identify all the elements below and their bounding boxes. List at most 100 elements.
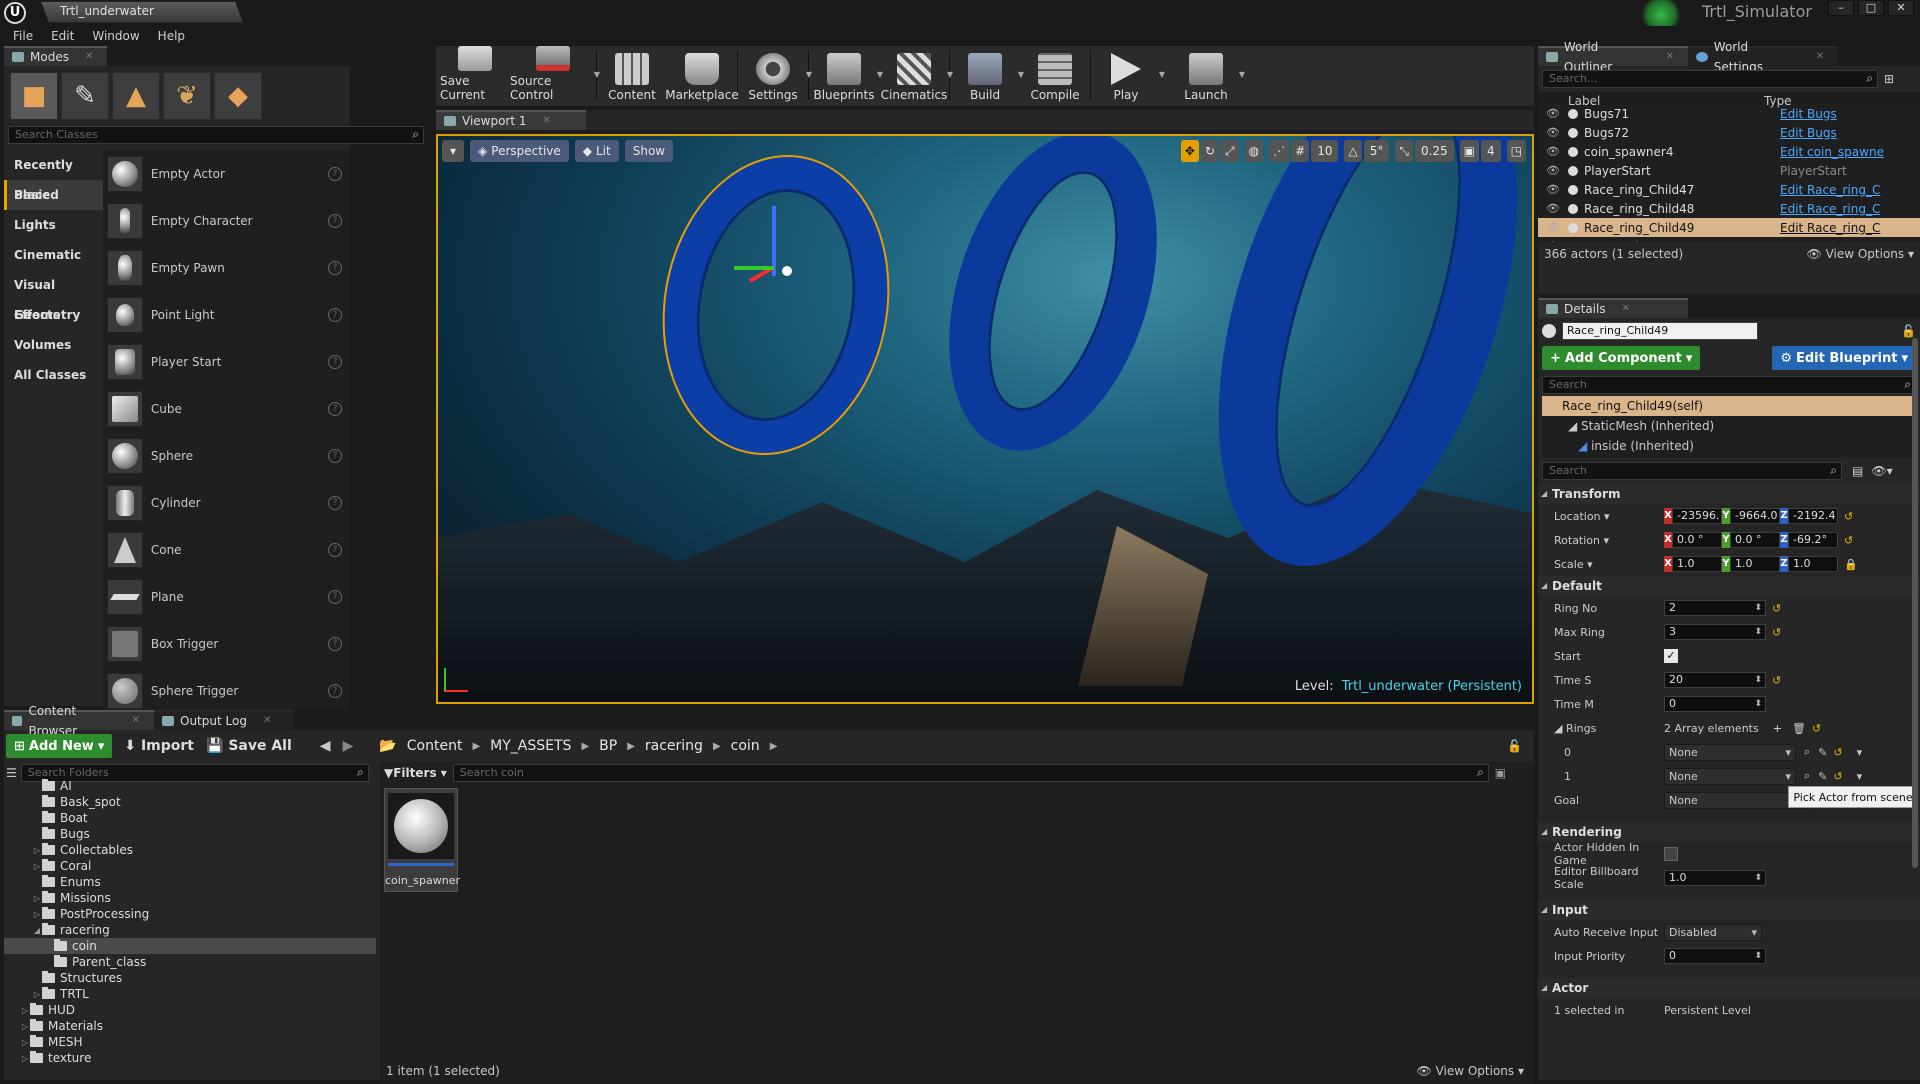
help-icon[interactable]: ? [328, 213, 342, 228]
reset-icon[interactable]: ↺ [1772, 674, 1781, 687]
expand-arrow-icon[interactable]: ▷ [32, 910, 42, 919]
tab-details[interactable]: Details ✕ [1538, 298, 1688, 318]
eyedropper-icon[interactable]: ✎ [1818, 746, 1827, 759]
list-item[interactable]: 👁 PlayerStart PlayerStart [1538, 161, 1920, 180]
list-item[interactable]: ◢ racering [4, 922, 376, 938]
close-icon[interactable]: ✕ [263, 711, 271, 731]
reset-icon[interactable]: ↺ [1772, 626, 1781, 639]
reset-icon[interactable]: ↺ [1844, 510, 1853, 523]
visibility-eye-icon[interactable]: 👁 [1538, 183, 1568, 196]
list-item[interactable]: Empty Character? [103, 197, 350, 244]
rotate-mode-icon[interactable]: ↻ [1200, 140, 1220, 162]
location-z-field[interactable]: -2192.4 [1788, 508, 1838, 524]
visibility-icon[interactable]: 👁▾ [1871, 464, 1892, 478]
world-space-icon[interactable]: ◍ [1244, 140, 1264, 162]
save-current-button[interactable]: Save Current [440, 46, 510, 102]
help-icon[interactable]: ? [328, 448, 342, 463]
list-item[interactable]: coin [4, 938, 376, 954]
time-m-field[interactable]: 0 ⬍ [1664, 696, 1766, 712]
scale-x-field[interactable]: 1.0 [1672, 556, 1722, 572]
browse-icon[interactable]: ⌕ [1804, 745, 1810, 759]
add-new-button[interactable]: ⊞ Add New ▾ [6, 734, 113, 758]
actor-name-field[interactable]: Race_ring_Child49 [1562, 322, 1758, 340]
show-button[interactable]: Show [624, 140, 674, 162]
camera-speed-value[interactable]: 4 [1481, 140, 1501, 162]
source-control-button[interactable]: Source Control ▼ [510, 46, 600, 102]
list-item[interactable]: 👁 Bugs72 Edit Bugs [1538, 123, 1920, 142]
history-back-icon[interactable]: ◀ [320, 738, 331, 754]
list-item[interactable]: ▷ PostProcessing [4, 906, 376, 922]
list-item[interactable]: ▷ Materials [4, 1018, 376, 1034]
list-item[interactable]: ▷ Missions [4, 890, 376, 906]
save-search-icon[interactable]: ▣ [1495, 766, 1506, 780]
close-button[interactable]: ✕ [1888, 0, 1914, 16]
history-forward-icon[interactable]: ▶ [343, 738, 354, 754]
outliner-search-input[interactable]: Search... ⌕ [1542, 70, 1878, 88]
ring-0-dropdown[interactable]: None [1664, 743, 1796, 761]
content-button[interactable]: Content [597, 46, 667, 102]
outliner-view-options[interactable]: 👁 View Options ▾ [1807, 247, 1915, 261]
breadcrumb-racering[interactable]: racering [645, 738, 703, 754]
help-icon[interactable]: ? [328, 166, 342, 181]
details-scrollbar[interactable] [1912, 338, 1918, 868]
list-item[interactable]: Cylinder? [103, 479, 350, 526]
component-staticmesh[interactable]: ◢ StaticMesh (Inherited) [1542, 416, 1916, 436]
help-icon[interactable]: ? [328, 260, 342, 275]
list-item[interactable]: Cube? [103, 385, 350, 432]
expand-arrow-icon[interactable]: ◢ [32, 926, 42, 935]
tab-viewport[interactable]: Viewport 1 ✕ [436, 110, 586, 130]
list-item[interactable]: 👁 coin_spawner4 Edit coin_spawne [1538, 142, 1920, 161]
help-icon[interactable]: ? [328, 589, 342, 604]
category-cinematic[interactable]: Cinematic [4, 240, 103, 270]
expand-arrow-icon[interactable]: ▷ [20, 1006, 30, 1015]
rotation-snap-value[interactable]: 5° [1363, 140, 1390, 162]
expand-arrow-icon[interactable]: ▷ [32, 846, 42, 855]
reset-icon[interactable]: ↺ [1772, 602, 1781, 615]
list-item[interactable]: Parent_class [4, 954, 376, 970]
tab-output-log[interactable]: Output Log ✕ [154, 710, 294, 730]
list-item[interactable]: Plane? [103, 573, 350, 620]
add-element-icon[interactable]: + [1773, 722, 1782, 735]
reset-icon[interactable]: ↺ [1833, 746, 1842, 759]
menu-help[interactable]: Help [149, 29, 194, 43]
close-icon[interactable]: ✕ [543, 111, 551, 131]
search-classes-input[interactable]: Search Classes ⌕ [8, 126, 424, 144]
rotation-z-field[interactable]: -69.2° [1788, 532, 1838, 548]
viewport-menu-button[interactable]: ▾ [442, 140, 465, 162]
list-item[interactable]: Enums [4, 874, 376, 890]
play-button[interactable]: Play ▼ [1091, 46, 1165, 102]
ring-1-dropdown[interactable]: None [1664, 767, 1796, 785]
help-icon[interactable]: ? [328, 636, 342, 651]
settings-button[interactable]: Settings ▼ [738, 46, 812, 102]
list-item[interactable]: 👁 Race_ring_Child48 Edit Race_ring_C [1538, 199, 1920, 218]
help-icon[interactable]: ? [328, 542, 342, 557]
actor-type[interactable]: Edit Race_ring_C [1780, 221, 1880, 235]
chevron-down-icon[interactable]: ▾ [1857, 770, 1863, 783]
tab-content-browser[interactable]: Content Browser ✕ [4, 704, 154, 738]
cinematics-button[interactable]: Cinematics ▼ [879, 46, 953, 102]
blueprints-button[interactable]: Blueprints ▼ [809, 46, 883, 102]
reset-icon[interactable]: ↺ [1833, 770, 1842, 783]
billboard-scale-field[interactable]: 1.0 ⬍ [1664, 870, 1766, 886]
lock-icon[interactable]: 🔓 [1901, 324, 1916, 338]
actor-type[interactable]: Edit Bugs [1780, 107, 1837, 121]
grid-snap-value[interactable]: 10 [1311, 140, 1339, 162]
time-s-field[interactable]: 20 ⬍ [1664, 672, 1766, 688]
actor-type[interactable]: Edit Bugs [1780, 126, 1837, 140]
visibility-eye-icon[interactable]: 👁 [1538, 145, 1568, 158]
list-item[interactable]: ▷ Collectables [4, 842, 376, 858]
eyedropper-icon[interactable]: ✎ [1818, 770, 1827, 783]
location-x-field[interactable]: -23596. [1672, 508, 1722, 524]
tab-world-outliner[interactable]: World Outliner ✕ [1538, 40, 1688, 74]
visibility-eye-icon[interactable]: 👁 [1538, 202, 1568, 215]
rotation-x-field[interactable]: 0.0 ° [1672, 532, 1722, 548]
category-recently-placed[interactable]: Recently Placed [4, 150, 103, 202]
reset-icon[interactable]: ↺ [1844, 534, 1853, 547]
search-coin-input[interactable]: Search coin ⌕ [452, 764, 1489, 782]
maximize-viewport-icon[interactable]: ◳ [1506, 140, 1526, 162]
marketplace-button[interactable]: Marketplace [665, 46, 739, 102]
viewport-scene[interactable]: ▾ ◈ Perspective ◆ Lit Show ✥ ↻ ⤢ ◍ ⋰ # 10 … [436, 134, 1534, 704]
scale-snap-value[interactable]: 0.25 [1414, 140, 1454, 162]
landscape-mode-icon[interactable]: ▲ [112, 72, 160, 120]
help-icon[interactable]: ? [328, 683, 342, 698]
